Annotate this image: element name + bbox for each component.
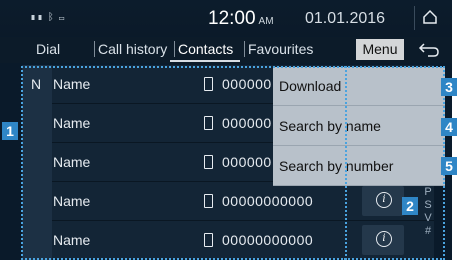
callout-badge-3: 3 xyxy=(441,78,457,96)
callout-outline-list xyxy=(21,66,347,260)
clock: 12:00 AM xyxy=(208,8,274,30)
back-button[interactable] xyxy=(414,39,444,61)
screen: ▮▮ ᛒ ▭ 12:00 AM 01.01.2016 Dial Call hist… xyxy=(0,0,457,260)
status-bar: ▮▮ ᛒ ▭ 12:00 AM 01.01.2016 xyxy=(0,0,452,36)
bluetooth-icon: ᛒ xyxy=(47,12,55,23)
home-icon xyxy=(423,9,437,24)
tab-favourites[interactable]: Favourites xyxy=(244,41,313,57)
tab-bar: Dial Call history Contacts Favourites Me… xyxy=(0,37,452,63)
callout-badge-2: 2 xyxy=(402,197,418,215)
menu-button[interactable]: Menu xyxy=(356,39,404,60)
tab-call-history[interactable]: Call history xyxy=(94,41,167,57)
tab-dial[interactable]: Dial xyxy=(36,41,60,57)
callout-badge-4: 4 xyxy=(441,118,457,136)
date: 01.01.2016 xyxy=(305,10,386,27)
clock-ampm: AM xyxy=(258,16,274,27)
back-arrow-icon xyxy=(418,43,439,57)
callout-badge-5: 5 xyxy=(441,157,457,175)
signal-icon: ▮▮ xyxy=(30,12,44,23)
callout-outline-menu xyxy=(341,66,445,260)
active-tab-indicator xyxy=(170,60,240,62)
battery-icon: ▭ xyxy=(58,12,66,23)
status-icons: ▮▮ ᛒ ▭ xyxy=(30,12,66,23)
clock-time: 12:00 xyxy=(208,8,256,29)
callout-badge-1: 1 xyxy=(2,122,18,140)
tab-contacts[interactable]: Contacts xyxy=(174,41,233,57)
home-button[interactable] xyxy=(414,6,445,30)
